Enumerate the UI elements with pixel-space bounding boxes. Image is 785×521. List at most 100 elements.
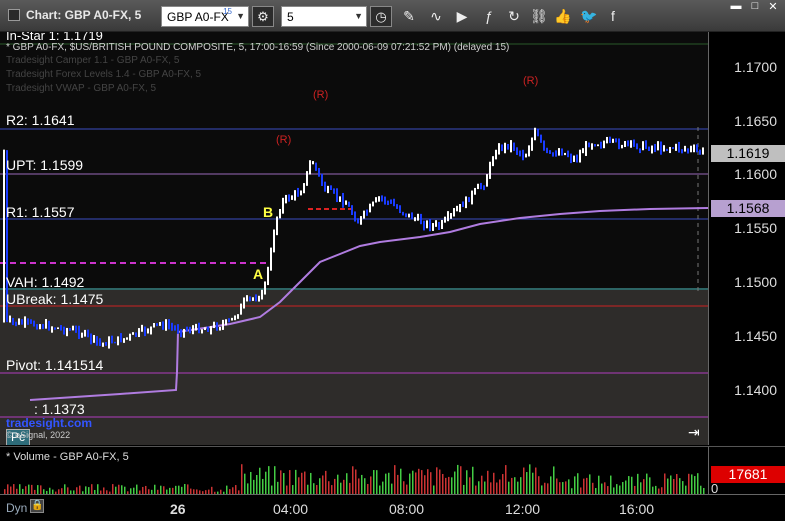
volume-bar — [592, 482, 594, 494]
ubreak-label: UBreak: 1.1475 — [6, 291, 104, 307]
volume-bar — [457, 464, 459, 494]
volume-bar — [436, 467, 438, 494]
volume-bar — [646, 473, 648, 494]
price-chart-pane[interactable]: In-Star 1: 1.1719 * GBP A0-FX, $US/BRITI… — [0, 32, 708, 445]
maximize-icon[interactable]: □ — [747, 0, 763, 14]
volume-bar — [154, 484, 156, 494]
volume-bar — [412, 470, 414, 494]
volume-bar — [346, 473, 348, 494]
volume-bar — [601, 483, 603, 494]
volume-bar — [403, 481, 405, 494]
volume-bar — [289, 470, 291, 494]
volume-bar — [298, 477, 300, 494]
volume-bar — [253, 479, 255, 494]
symbol-delay-badge: 15 — [223, 7, 232, 16]
volume-bar — [700, 485, 702, 494]
play-icon[interactable]: ▶ — [453, 8, 471, 25]
symbol-legend: * GBP A0-FX, $US/BRITISH POUND COMPOSITE… — [6, 42, 510, 53]
volume-bar — [547, 483, 549, 494]
volume-bar — [163, 486, 165, 494]
volume-bar — [553, 466, 555, 494]
volume-bar — [559, 482, 561, 494]
volume-bar — [418, 468, 420, 494]
lock-icon[interactable]: 🔒 — [30, 499, 44, 513]
volume-bar — [697, 473, 699, 494]
volume-bar — [136, 484, 138, 494]
volume-bar — [445, 477, 447, 494]
volume-bar — [184, 483, 186, 494]
price-tick: 1.1450 — [734, 328, 777, 344]
volume-bar — [145, 485, 147, 494]
s1-label: : 1.1373 — [34, 401, 85, 417]
volume-bar — [649, 477, 651, 494]
minimize-icon[interactable]: ▬ — [728, 0, 744, 14]
volume-bar — [589, 474, 591, 494]
volume-bar — [40, 485, 42, 494]
volume-axis[interactable]: 17681 0 — [708, 446, 785, 496]
volume-bar — [421, 470, 423, 494]
r1-label: R1: 1.1557 — [6, 204, 75, 220]
symbol-input[interactable]: GBP A0-FX 15 ▼ — [161, 6, 249, 27]
brand-logo: tradesight.com — [6, 416, 93, 430]
interval-value: 5 — [287, 10, 294, 24]
volume-bar — [673, 478, 675, 494]
volume-bar — [337, 474, 339, 494]
volume-bar — [295, 469, 297, 494]
volume-bar — [370, 476, 372, 494]
volume-bar — [685, 485, 687, 494]
dyn-label[interactable]: Dyn — [6, 501, 27, 515]
chevron-down-icon[interactable]: ▼ — [236, 11, 245, 21]
thumbs-up-icon[interactable]: 👍 — [554, 8, 572, 25]
volume-bar — [433, 485, 435, 494]
gear-icon[interactable]: ⚙ — [252, 6, 274, 27]
volume-bar — [550, 476, 552, 494]
formula-icon[interactable]: ƒ — [480, 8, 498, 25]
volume-bar — [142, 486, 144, 494]
volume-bar — [67, 487, 69, 494]
clock-icon[interactable]: ◷ — [370, 6, 392, 27]
volume-bar — [352, 466, 354, 494]
interval-input[interactable]: 5 ▼ — [281, 6, 367, 27]
volume-bar — [652, 486, 654, 494]
volume-bar — [28, 484, 30, 494]
volume-bar — [175, 485, 177, 494]
facebook-icon[interactable]: f — [604, 8, 622, 25]
volume-legend: * Volume - GBP A0-FX, 5 — [6, 451, 129, 463]
price-tick: 1.1400 — [734, 382, 777, 398]
volume-bar — [382, 481, 384, 494]
volume-bar — [388, 472, 390, 494]
volume-current-tag: 17681 — [711, 466, 785, 483]
price-axis[interactable]: 1.1700 1.1650 1.1600 1.1550 1.1500 1.145… — [708, 32, 785, 445]
volume-bar — [406, 484, 408, 494]
pencil-icon[interactable]: ✎ — [400, 8, 418, 25]
volume-bar — [319, 478, 321, 494]
volume-bar — [325, 470, 327, 494]
volume-bar — [628, 476, 630, 494]
volume-bar — [451, 477, 453, 494]
volume-bar — [25, 486, 27, 494]
volume-bar — [511, 477, 513, 494]
volume-bar — [355, 469, 357, 494]
vwap-price-tag: 1.1568 — [711, 200, 785, 217]
volume-bar — [475, 485, 477, 494]
volume-pane[interactable]: * Volume - GBP A0-FX, 5 — [0, 446, 708, 494]
volume-bar — [379, 485, 381, 494]
volume-bar — [232, 487, 234, 494]
scroll-to-end-icon[interactable]: ⇥ — [688, 424, 700, 441]
volume-bar — [331, 485, 333, 494]
close-icon[interactable]: ✕ — [765, 0, 781, 14]
link-icon[interactable]: ⛓ — [530, 8, 548, 25]
volume-bar — [277, 481, 279, 494]
study-legend-1: Tradesight Camper 1.1 - GBP A0-FX, 5 — [6, 55, 180, 66]
volume-bar — [514, 477, 516, 494]
refresh-icon[interactable]: ↻ — [505, 8, 523, 25]
time-axis[interactable]: Dyn 🔒 26 04:00 08:00 12:00 16:00 — [0, 494, 785, 521]
volume-bar — [565, 481, 567, 494]
volume-bar — [454, 471, 456, 494]
twitter-icon[interactable]: 🐦 — [580, 8, 598, 25]
study-legend-2: Tradesight Forex Levels 1.4 - GBP A0-FX,… — [6, 69, 202, 80]
volume-bar — [268, 466, 270, 494]
line-chart-icon[interactable]: ∿ — [427, 8, 445, 25]
volume-bar — [499, 479, 501, 494]
chevron-down-icon[interactable]: ▼ — [354, 11, 363, 21]
